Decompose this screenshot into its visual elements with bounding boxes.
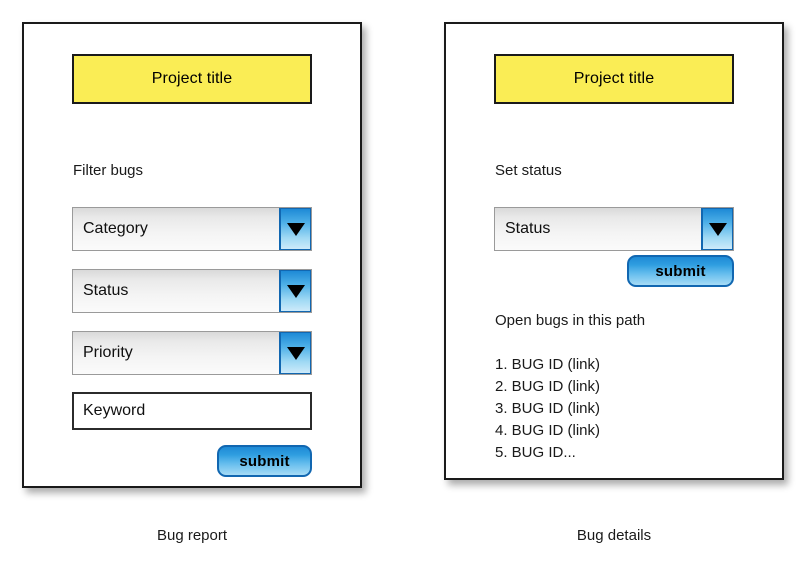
list-item[interactable]: 1. BUG ID (link)	[495, 354, 745, 376]
dropdown-status[interactable]: Status	[72, 269, 312, 313]
dropdown-status[interactable]: Status	[494, 207, 734, 251]
panel-bug-report: Project title Filter bugs Category Statu…	[22, 22, 362, 488]
chevron-down-icon[interactable]	[279, 208, 311, 250]
dropdown-status-value: Status	[505, 220, 551, 237]
project-title-box: Project title	[494, 54, 734, 104]
list-item[interactable]: 4. BUG ID (link)	[495, 420, 745, 442]
list-item[interactable]: 3. BUG ID (link)	[495, 398, 745, 420]
project-title-box: Project title	[72, 54, 312, 104]
panel-bug-details: Project title Set status Status submit O…	[444, 22, 784, 480]
dropdown-category[interactable]: Category	[72, 207, 312, 251]
chevron-down-glyph	[286, 346, 305, 360]
chevron-down-glyph	[286, 284, 305, 298]
list-item[interactable]: 2. BUG ID (link)	[495, 376, 745, 398]
chevron-down-icon[interactable]	[279, 270, 311, 312]
submit-button[interactable]: submit	[627, 255, 734, 287]
chevron-down-icon[interactable]	[279, 332, 311, 374]
chevron-down-icon[interactable]	[701, 208, 733, 250]
dropdown-status-value: Status	[83, 282, 129, 299]
chevron-down-glyph	[708, 222, 727, 236]
caption-bug-details: Bug details	[576, 527, 652, 544]
keyword-input[interactable]: Keyword	[72, 392, 312, 430]
list-item[interactable]: 5. BUG ID...	[495, 442, 745, 464]
dropdown-category-value: Category	[83, 220, 148, 237]
list-heading-open-bugs: Open bugs in this path	[495, 312, 646, 329]
section-label-filter-bugs: Filter bugs	[73, 162, 144, 179]
chevron-down-glyph	[286, 222, 305, 236]
wireframe-canvas: Project title Filter bugs Category Statu…	[0, 0, 801, 564]
section-label-set-status: Set status	[495, 162, 562, 179]
dropdown-priority[interactable]: Priority	[72, 331, 312, 375]
dropdown-priority-value: Priority	[83, 344, 133, 361]
caption-bug-report: Bug report	[156, 527, 228, 544]
submit-button[interactable]: submit	[217, 445, 312, 477]
open-bugs-list: 1. BUG ID (link) 2. BUG ID (link) 3. BUG…	[495, 354, 745, 464]
